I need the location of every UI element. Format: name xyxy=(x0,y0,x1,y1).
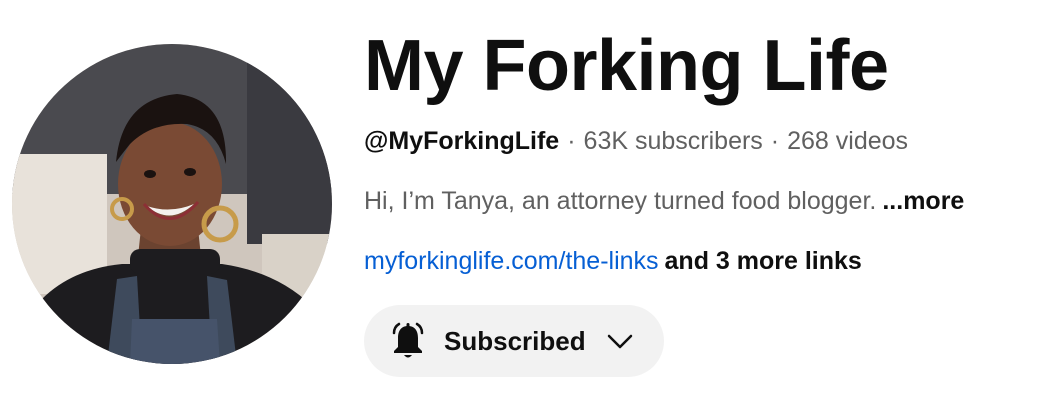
channel-link[interactable]: myforkinglife.com/the-links xyxy=(364,247,659,275)
channel-handle: @MyForkingLife xyxy=(364,127,560,155)
subscriber-count: 63K subscribers xyxy=(583,127,763,155)
bell-icon xyxy=(392,322,424,358)
subscribed-button[interactable]: Subscribed xyxy=(364,305,664,377)
avatar-image xyxy=(12,44,332,364)
channel-description[interactable]: Hi, I’m Tanya, an attorney turned food b… xyxy=(364,184,964,218)
channel-title: My Forking Life xyxy=(364,26,889,106)
description-text: Hi, I’m Tanya, an attorney turned food b… xyxy=(364,187,877,215)
separator: · xyxy=(567,127,576,155)
subscribed-label: Subscribed xyxy=(444,326,586,356)
channel-meta: @MyForkingLife · 63K subscribers · 268 video… xyxy=(364,124,908,158)
separator: · xyxy=(770,127,780,155)
video-count: 268 videos xyxy=(787,127,909,155)
more-links-button[interactable]: and 3 more links xyxy=(665,247,862,275)
avatar[interactable] xyxy=(12,44,332,364)
chevron-down-icon xyxy=(607,334,633,349)
channel-links: myforkinglife.com/the-links and 3 more li… xyxy=(364,244,862,278)
more-button[interactable]: ...more xyxy=(882,187,964,215)
